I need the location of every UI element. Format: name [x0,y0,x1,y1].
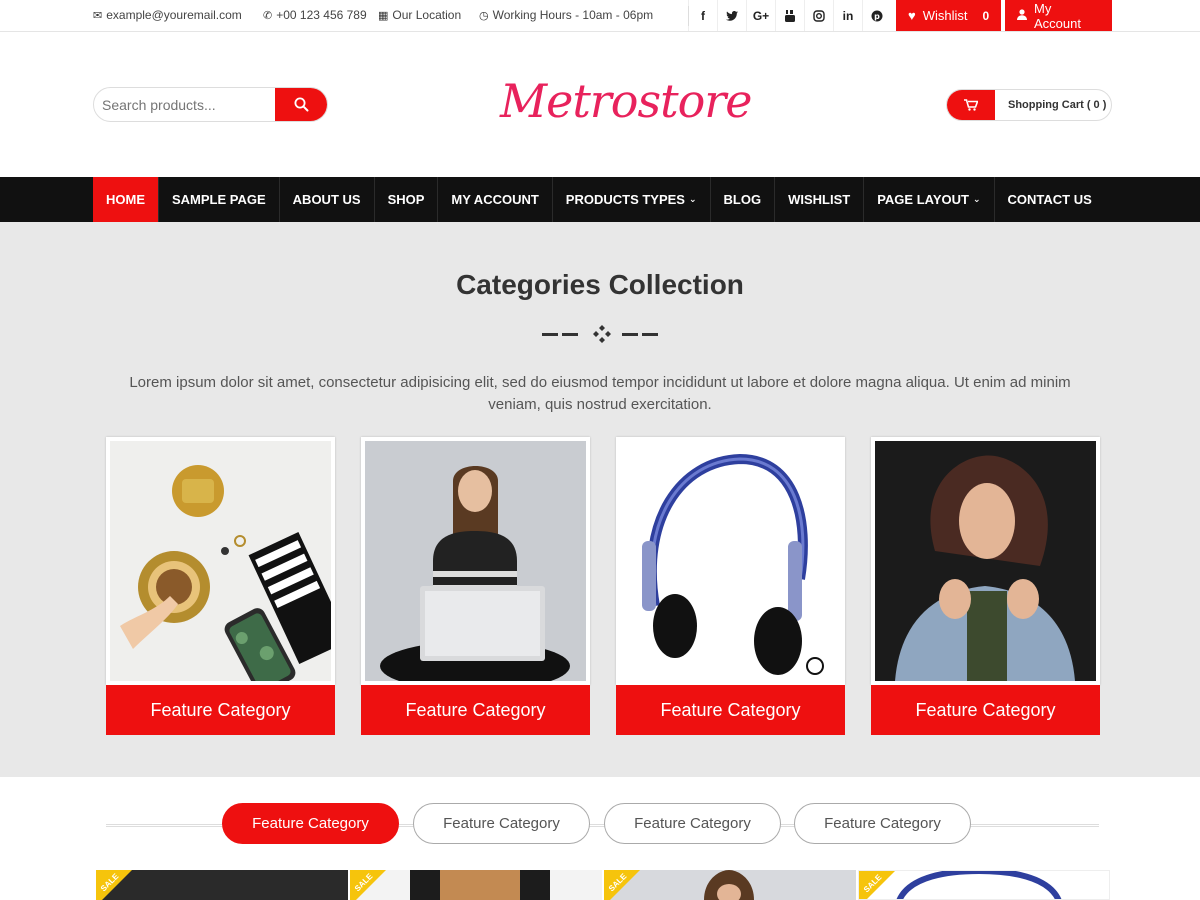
wishlist-button[interactable]: ♥ Wishlist 0 [896,0,1001,31]
nav-item-blog[interactable]: BLOG [711,177,776,222]
search-form [93,87,328,122]
title-divider [542,325,658,343]
envelope-icon: ✉ [93,9,103,22]
cart-label: Shopping Cart ( 0 ) [1008,99,1107,111]
category-card[interactable]: Feature Category [616,437,845,735]
email-text: example@youremail.com [106,8,242,22]
phone-contact[interactable]: ✆ +00 123 456 789 [263,8,367,22]
category-label[interactable]: Feature Category [361,685,590,735]
user-icon [1017,8,1027,23]
categories-section: Categories Collection Lorem ipsum dolor … [0,222,1200,777]
twitter-icon[interactable] [717,0,746,31]
instagram-icon[interactable] [804,0,833,31]
top-bar: ✉ example@youremail.com ✆ +00 123 456 78… [0,0,1200,32]
wishlist-label: Wishlist [922,8,968,23]
product-card[interactable]: SALE [350,870,602,900]
section-description: Lorem ipsum dolor sit amet, consectetur … [129,374,1071,413]
nav-label: MY ACCOUNT [451,192,539,207]
nav-label: PRODUCTS TYPES [565,192,685,207]
heart-icon: ♥ [908,8,916,23]
product-image-model [704,870,754,900]
social-links: f G+ in p [688,0,891,31]
tab-feature-category-4[interactable]: Feature Category [794,803,971,844]
email-contact[interactable]: ✉ example@youremail.com [93,8,242,22]
nav-label: SAMPLE PAGE [172,192,266,207]
category-image-accessories [110,441,331,681]
section-title: Categories Collection [456,269,744,300]
nav-label: ABOUT US [292,192,361,207]
search-icon [294,97,308,112]
shopping-cart[interactable]: Shopping Cart ( 0 ) [946,89,1112,121]
location-contact[interactable]: ▦ Our Location [378,8,461,22]
nav-item-about-us[interactable]: ABOUT US [280,177,375,222]
product-card[interactable]: SALE [858,870,1110,900]
nav-item-shop[interactable]: SHOP [375,177,439,222]
tab-feature-category-3[interactable]: Feature Category [604,803,781,844]
nav-item-contact-us[interactable]: CONTACT US [995,177,1105,222]
nav-item-products-types[interactable]: PRODUCTS TYPES ⌄ [553,177,711,222]
main-navigation: HOME SAMPLE PAGE ABOUT US SHOP MY ACCOUN… [0,177,1200,222]
site-logo[interactable]: Metrostore [500,74,753,128]
category-card[interactable]: Feature Category [361,437,590,735]
product-image-headphones [896,871,1062,899]
site-header: Metrostore Shopping Cart ( 0 ) [0,32,1200,177]
nav-label: SHOP [387,192,425,207]
account-label: My Account [1034,0,1081,31]
nav-label: CONTACT US [1007,192,1092,207]
cart-icon [964,99,978,111]
nav-item-my-account[interactable]: MY ACCOUNT [438,177,553,222]
pinterest-icon[interactable]: p [862,0,891,31]
nav-item-sample-page[interactable]: SAMPLE PAGE [159,177,280,222]
linkedin-icon[interactable]: in [833,0,862,31]
nav-label: WISHLIST [788,192,851,207]
chevron-down-icon: ⌄ [972,194,981,204]
category-card[interactable]: Feature Category [871,437,1100,735]
location-text: Our Location [392,8,462,22]
search-button[interactable] [275,88,327,121]
divider [688,6,689,26]
nav-label: PAGE LAYOUT [877,192,969,207]
category-label[interactable]: Feature Category [616,685,845,735]
tab-feature-category-1[interactable]: Feature Category [222,803,399,844]
chevron-down-icon: ⌄ [688,194,697,204]
svg-text:p: p [874,12,880,21]
nav-item-wishlist[interactable]: WISHLIST [775,177,865,222]
youtube-icon[interactable] [775,0,804,31]
nav-label: BLOG [723,192,762,207]
tab-feature-category-2[interactable]: Feature Category [413,803,590,844]
facebook-icon[interactable]: f [688,0,717,31]
category-label[interactable]: Feature Category [106,685,335,735]
hours-text: Working Hours - 10am - 06pm [492,8,654,22]
nav-label: HOME [106,192,145,207]
search-input[interactable] [94,88,274,121]
nav-item-page-layout[interactable]: PAGE LAYOUT ⌄ [864,177,995,222]
cart-icon-button[interactable] [947,90,995,120]
map-icon: ▦ [378,9,389,22]
category-card[interactable]: Feature Category [106,437,335,735]
phone-text: +00 123 456 789 [276,8,367,22]
category-label[interactable]: Feature Category [871,685,1100,735]
phone-icon: ✆ [263,9,273,22]
nav-item-home[interactable]: HOME [93,177,159,222]
category-image-headphones [620,441,841,681]
category-image-electronics [365,441,586,681]
google-plus-icon[interactable]: G+ [746,0,775,31]
product-card[interactable]: SALE [604,870,856,900]
clock-icon: ◷ [479,9,489,22]
product-card[interactable]: SALE [96,870,348,900]
my-account-button[interactable]: My Account [1005,0,1112,31]
wishlist-count: 0 [982,8,990,23]
category-image-fashion [875,441,1096,681]
product-image-watch [410,870,550,900]
working-hours: ◷ Working Hours - 10am - 06pm [479,8,653,22]
